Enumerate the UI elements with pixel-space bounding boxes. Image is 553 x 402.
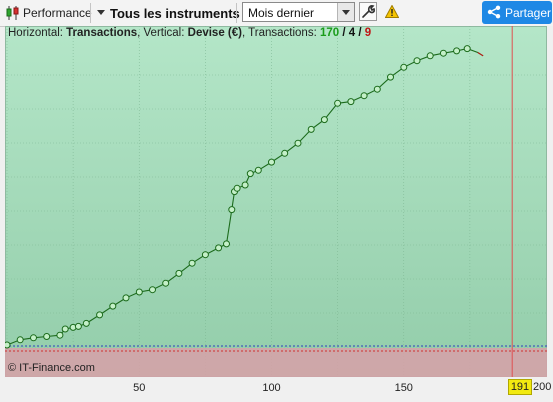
data-point xyxy=(387,73,394,81)
data-point xyxy=(347,98,355,106)
data-point xyxy=(281,149,289,157)
warning-icon[interactable] xyxy=(385,5,399,18)
series-line xyxy=(6,48,484,346)
data-point xyxy=(268,158,275,166)
data-point xyxy=(43,333,51,340)
transactions-red: 9 xyxy=(364,27,372,39)
data-point xyxy=(56,331,64,339)
x-axis: 50 100 150 xyxy=(5,377,553,402)
data-point xyxy=(463,45,471,53)
data-point xyxy=(215,244,223,252)
series-tail xyxy=(477,52,484,57)
x-axis-end-label: 200 xyxy=(533,381,552,393)
data-point xyxy=(135,288,143,296)
data-point xyxy=(439,49,447,57)
chevron-down-icon[interactable] xyxy=(97,10,105,15)
data-point xyxy=(223,240,230,248)
data-point xyxy=(74,322,82,330)
data-point xyxy=(453,47,461,55)
toolbar: Performance Tous les instruments Mois de… xyxy=(0,0,553,27)
data-point xyxy=(228,206,236,214)
wrench-icon[interactable] xyxy=(359,2,377,21)
toolbar-divider xyxy=(90,3,91,23)
data-point xyxy=(61,325,69,333)
horizontal-prefix: Horizontal: xyxy=(8,27,63,39)
transactions-total: 170 xyxy=(319,27,340,39)
x-tick-label: 150 xyxy=(394,382,413,394)
share-icon xyxy=(487,5,501,19)
period-select[interactable]: Mois dernier xyxy=(242,2,355,22)
data-point xyxy=(334,99,342,107)
data-point xyxy=(426,52,434,60)
transactions-prefix: , Transactions: xyxy=(241,27,317,39)
data-point xyxy=(373,85,381,93)
chevron-down-icon[interactable] xyxy=(337,3,354,21)
data-point xyxy=(400,63,408,71)
data-point xyxy=(360,92,368,100)
data-point xyxy=(30,334,37,342)
slash: / xyxy=(355,27,365,39)
data-point xyxy=(241,181,249,189)
data-point xyxy=(149,286,156,294)
vertical-value: Devise (€) xyxy=(187,27,242,39)
data-point xyxy=(320,116,328,124)
x-tick-label: 100 xyxy=(262,382,281,394)
right-edge-strip xyxy=(547,26,553,377)
x-tick-label: 50 xyxy=(133,382,146,394)
data-point xyxy=(5,341,11,349)
performance-menu[interactable]: Performance xyxy=(23,0,92,26)
equity-chart[interactable] xyxy=(5,26,547,377)
instruments-dropdown[interactable]: Tous les instruments xyxy=(110,0,240,26)
data-point xyxy=(82,319,90,327)
data-point xyxy=(201,251,209,259)
data-point xyxy=(122,294,130,302)
data-point xyxy=(294,139,302,147)
data-point xyxy=(233,184,241,192)
copyright-label: © IT-Finance.com xyxy=(8,362,95,374)
data-point xyxy=(96,311,104,319)
data-point xyxy=(413,57,421,65)
candlestick-icon[interactable] xyxy=(6,5,20,21)
share-label: Partager xyxy=(505,6,552,20)
data-point xyxy=(175,269,183,277)
cursor-value-badge: 191 xyxy=(508,379,532,395)
period-value: Mois dernier xyxy=(248,6,315,20)
horizontal-value: Transactions xyxy=(66,27,138,39)
data-point xyxy=(109,302,117,310)
data-point xyxy=(162,279,170,287)
data-point xyxy=(188,259,196,267)
data-point xyxy=(16,336,24,344)
slash: / xyxy=(339,27,349,39)
vertical-prefix: , Vertical: xyxy=(137,27,185,39)
data-point xyxy=(307,125,315,133)
share-button[interactable]: Partager xyxy=(482,1,552,24)
toolbar-divider xyxy=(236,3,237,23)
data-point xyxy=(246,170,254,178)
chart-header: Horizontal: Transactions, Vertical: Devi… xyxy=(8,27,371,39)
data-point xyxy=(254,166,262,174)
